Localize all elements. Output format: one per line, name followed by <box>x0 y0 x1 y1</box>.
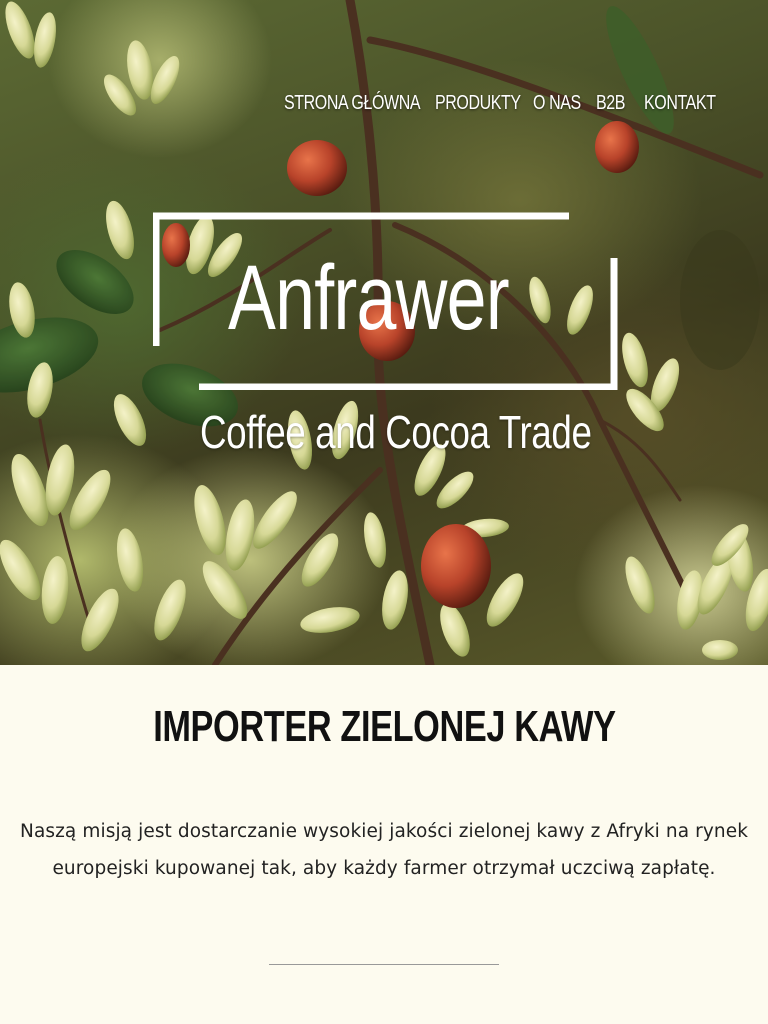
mission-statement: Naszą misją jest dostarczanie wysokiej j… <box>20 821 749 879</box>
intro-section: IMPORTER ZIELONEJ KAWY Naszą misją jest … <box>0 665 768 1024</box>
nav-item-about[interactable]: O NAS <box>533 88 581 118</box>
nav-item-contact[interactable]: KONTAKT <box>644 88 716 118</box>
logo-title: Anfrawer <box>228 247 510 349</box>
nav-item-products[interactable]: PRODUKTY <box>435 88 521 118</box>
hero-banner: STRONA GŁÓWNA PRODUKTY O NAS B2B KONTAKT… <box>0 0 768 665</box>
nav-item-home[interactable]: STRONA GŁÓWNA <box>284 88 421 118</box>
page-heading: IMPORTER ZIELONEJ KAWY <box>152 702 616 751</box>
main-navigation: STRONA GŁÓWNA PRODUKTY O NAS B2B KONTAKT <box>284 88 716 118</box>
logo-subtitle: Coffee and Cocoa Trade <box>200 406 592 458</box>
section-divider <box>269 964 499 965</box>
nav-item-b2b[interactable]: B2B <box>596 88 625 118</box>
